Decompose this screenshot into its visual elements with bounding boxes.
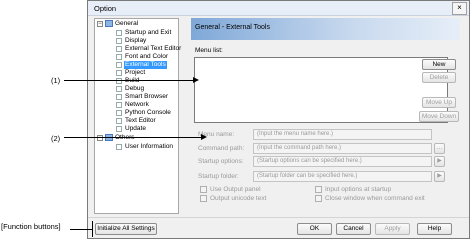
menu-name-input[interactable]: (Input the menu name here.): [253, 129, 432, 140]
delete-button[interactable]: Delete: [422, 72, 456, 83]
tree-item-update[interactable]: Update: [125, 125, 146, 133]
collapse-others-icon[interactable]: −: [97, 135, 103, 141]
move-down-button[interactable]: Move Down: [419, 111, 459, 122]
tree-item-smart-browser[interactable]: Smart Browser: [125, 93, 168, 101]
new-button[interactable]: New: [422, 59, 456, 70]
arrow-1-icon: [193, 77, 199, 83]
tree-item-external-text-editor[interactable]: External Text Editor: [125, 45, 181, 53]
annotation-1: (1): [51, 76, 61, 85]
tree-item-display[interactable]: Display: [125, 37, 146, 45]
output-unicode-checkbox[interactable]: [200, 195, 207, 202]
page-icon: [116, 62, 122, 68]
annotation-2: (2): [51, 134, 61, 143]
leader-line-function: [70, 229, 92, 230]
close-window-label: Close window when command exit: [325, 195, 425, 202]
category-tree[interactable]: − General Startup and Exit Display Exter…: [94, 18, 181, 214]
window-title: Option: [94, 4, 117, 13]
tree-item-text-editor[interactable]: Text Editor: [125, 117, 156, 125]
startup-options-label: Startup options:: [198, 158, 244, 165]
page-icon: [116, 144, 122, 150]
startup-options-input[interactable]: (Startup options can be specified here.): [253, 156, 432, 167]
page-icon: [116, 54, 122, 60]
close-window-checkbox[interactable]: [315, 195, 322, 202]
startup-folder-input[interactable]: (Startup folder can be specified here.): [253, 171, 432, 182]
option-dialog: Option × − General Startup and Exit Disp…: [87, 0, 470, 239]
leader-line-2: [64, 137, 201, 138]
tree-item-debug[interactable]: Debug: [125, 85, 144, 93]
ok-button[interactable]: OK: [297, 223, 332, 235]
page-icon: [116, 30, 122, 36]
folder-icon: [105, 20, 113, 27]
tree-item-external-tools[interactable]: External Tools: [124, 61, 167, 69]
annotation-function-buttons: [Function buttons]: [1, 222, 61, 231]
page-icon: [116, 86, 122, 92]
menu-list[interactable]: [194, 57, 448, 123]
input-options-label: Input options at startup: [325, 186, 392, 193]
collapse-general-icon[interactable]: −: [97, 21, 103, 27]
use-output-panel-checkbox[interactable]: [200, 186, 207, 193]
tree-item-network[interactable]: Network: [125, 101, 149, 109]
tree-item-python-console[interactable]: Python Console: [125, 109, 171, 117]
gear-icon: [116, 94, 122, 100]
input-options-checkbox[interactable]: [315, 186, 322, 193]
move-up-button[interactable]: Move Up: [422, 97, 456, 108]
page-title: General - External Tools: [195, 24, 270, 31]
tree-item-startup-exit[interactable]: Startup and Exit: [125, 29, 171, 37]
command-path-input[interactable]: (Input the command path here.): [253, 143, 432, 154]
tree-item-others[interactable]: Others: [115, 134, 135, 142]
output-unicode-label: Output unicode text: [210, 195, 267, 202]
apply-button[interactable]: Apply: [375, 223, 410, 235]
page-icon: [116, 126, 122, 132]
browse-button[interactable]: ...: [434, 143, 445, 154]
cancel-button[interactable]: Cancel: [336, 223, 371, 235]
bracket-line: [92, 221, 93, 237]
command-path-label: Command path:: [198, 145, 245, 152]
arrow-2-icon: [201, 134, 207, 140]
page-icon: [116, 38, 122, 44]
leader-line-1: [64, 80, 193, 81]
page-header: General - External Tools: [191, 18, 460, 40]
startup-folder-menu-button[interactable]: ▶: [434, 171, 445, 182]
tree-item-font-color[interactable]: Font and Color: [125, 53, 168, 61]
tree-item-project[interactable]: Project: [125, 69, 145, 77]
use-output-panel-label: Use Output panel: [210, 186, 261, 193]
page-icon: [116, 118, 122, 124]
page-icon: [116, 78, 122, 84]
page-icon: [116, 110, 122, 116]
page-icon: [116, 102, 122, 108]
startup-folder-label: Startup folder:: [198, 173, 239, 180]
menu-list-label: Menu list:: [195, 47, 223, 54]
close-button[interactable]: ×: [452, 2, 467, 15]
initialize-all-settings-button[interactable]: Initialize All Settings: [95, 223, 157, 235]
page-icon: [116, 70, 122, 76]
tree-item-user-information[interactable]: User Information: [125, 143, 173, 151]
tree-item-build[interactable]: Build: [125, 77, 139, 85]
startup-options-menu-button[interactable]: ▶: [434, 156, 445, 167]
help-button[interactable]: Help: [417, 223, 452, 235]
tree-item-general[interactable]: General: [115, 20, 138, 28]
title-bar: Option ×: [88, 1, 469, 16]
page-icon: [116, 46, 122, 52]
